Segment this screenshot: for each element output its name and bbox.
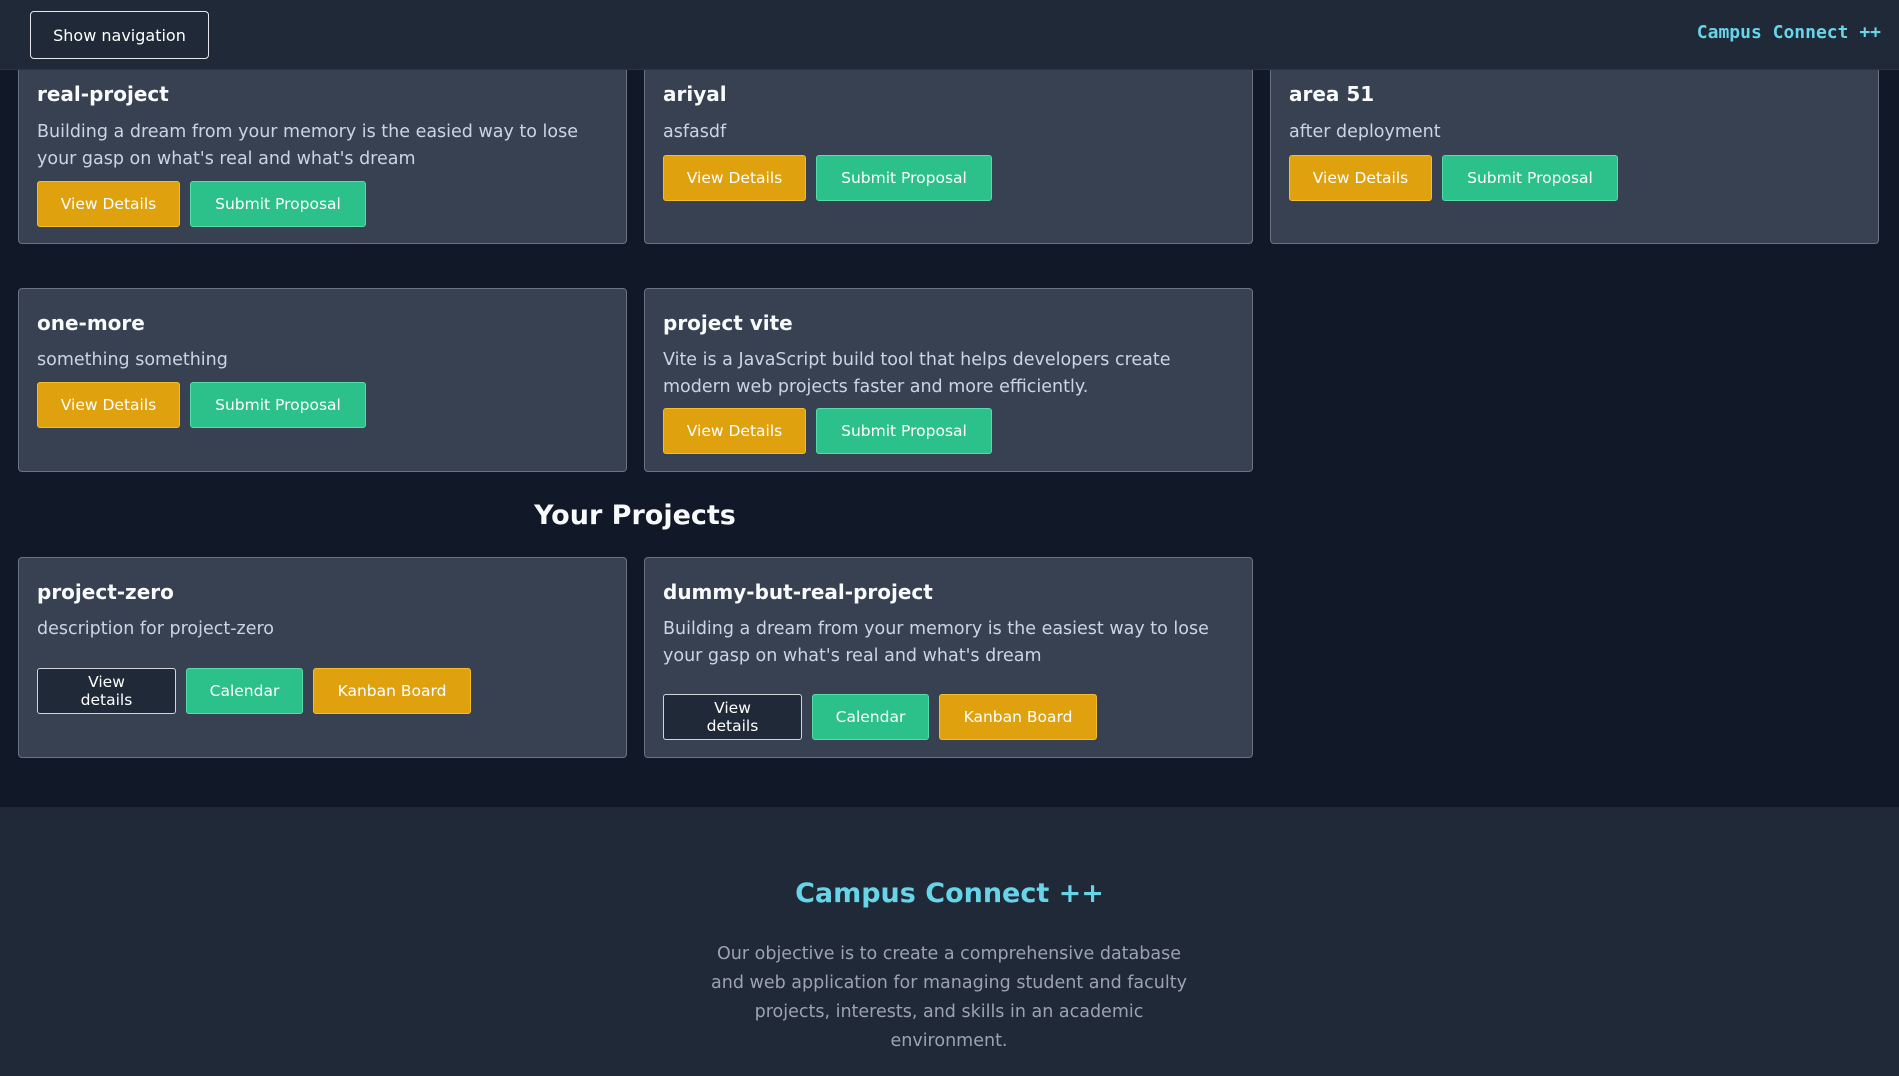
project-card: ariyal asfasdf View Details Submit Propo… xyxy=(644,50,1253,244)
kanban-board-button[interactable]: Kanban Board xyxy=(313,668,471,714)
project-title: real-project xyxy=(37,82,169,106)
show-navigation-button[interactable]: Show navigation xyxy=(30,11,209,59)
submit-proposal-button[interactable]: Submit Proposal xyxy=(190,382,366,428)
submit-proposal-button[interactable]: Submit Proposal xyxy=(816,408,992,454)
project-description: Building a dream from your memory is the… xyxy=(37,122,579,169)
project-title: area 51 xyxy=(1289,82,1375,106)
project-card: one-more something something View Detail… xyxy=(18,288,627,472)
calendar-button[interactable]: Calendar xyxy=(186,668,303,714)
project-title: ariyal xyxy=(663,82,727,106)
view-details-button[interactable]: View details xyxy=(37,668,176,714)
brand-logo-text[interactable]: Campus Connect ++ xyxy=(1697,22,1881,43)
your-projects-heading: Your Projects xyxy=(534,500,736,531)
project-title: one-more xyxy=(37,311,145,335)
view-details-button[interactable]: View Details xyxy=(663,408,806,454)
project-card: project vite Vite is a JavaScript build … xyxy=(644,288,1253,472)
top-bar: Show navigation Campus Connect ++ xyxy=(0,0,1899,70)
calendar-button[interactable]: Calendar xyxy=(812,694,929,740)
view-details-button[interactable]: View Details xyxy=(1289,155,1432,201)
submit-proposal-button[interactable]: Submit Proposal xyxy=(816,155,992,201)
footer-brand: Campus Connect ++ xyxy=(795,878,1104,909)
footer-objective-text: Our objective is to create a comprehensi… xyxy=(711,944,1187,1051)
project-card: area 51 after deployment View Details Su… xyxy=(1270,50,1879,244)
view-details-button[interactable]: View Details xyxy=(37,181,180,227)
footer: Campus Connect ++ Our objective is to cr… xyxy=(0,807,1899,1076)
your-project-card: dummy-but-real-project Building a dream … xyxy=(644,557,1253,758)
project-description: something something xyxy=(37,350,228,370)
project-description: Building a dream from your memory is the… xyxy=(663,619,1209,666)
kanban-board-button[interactable]: Kanban Board xyxy=(939,694,1097,740)
view-details-button[interactable]: View Details xyxy=(37,382,180,428)
project-title: dummy-but-real-project xyxy=(663,580,933,604)
project-title: project vite xyxy=(663,311,793,335)
project-description: Vite is a JavaScript build tool that hel… xyxy=(663,350,1171,397)
project-description: asfasdf xyxy=(663,122,727,142)
your-project-card: project-zero description for project-zer… xyxy=(18,557,627,758)
project-description: after deployment xyxy=(1289,122,1441,142)
submit-proposal-button[interactable]: Submit Proposal xyxy=(1442,155,1618,201)
project-description: description for project-zero xyxy=(37,619,275,639)
project-title: project-zero xyxy=(37,580,174,604)
view-details-button[interactable]: View details xyxy=(663,694,802,740)
submit-proposal-button[interactable]: Submit Proposal xyxy=(190,181,366,227)
view-details-button[interactable]: View Details xyxy=(663,155,806,201)
project-card: real-project Building a dream from your … xyxy=(18,50,627,244)
